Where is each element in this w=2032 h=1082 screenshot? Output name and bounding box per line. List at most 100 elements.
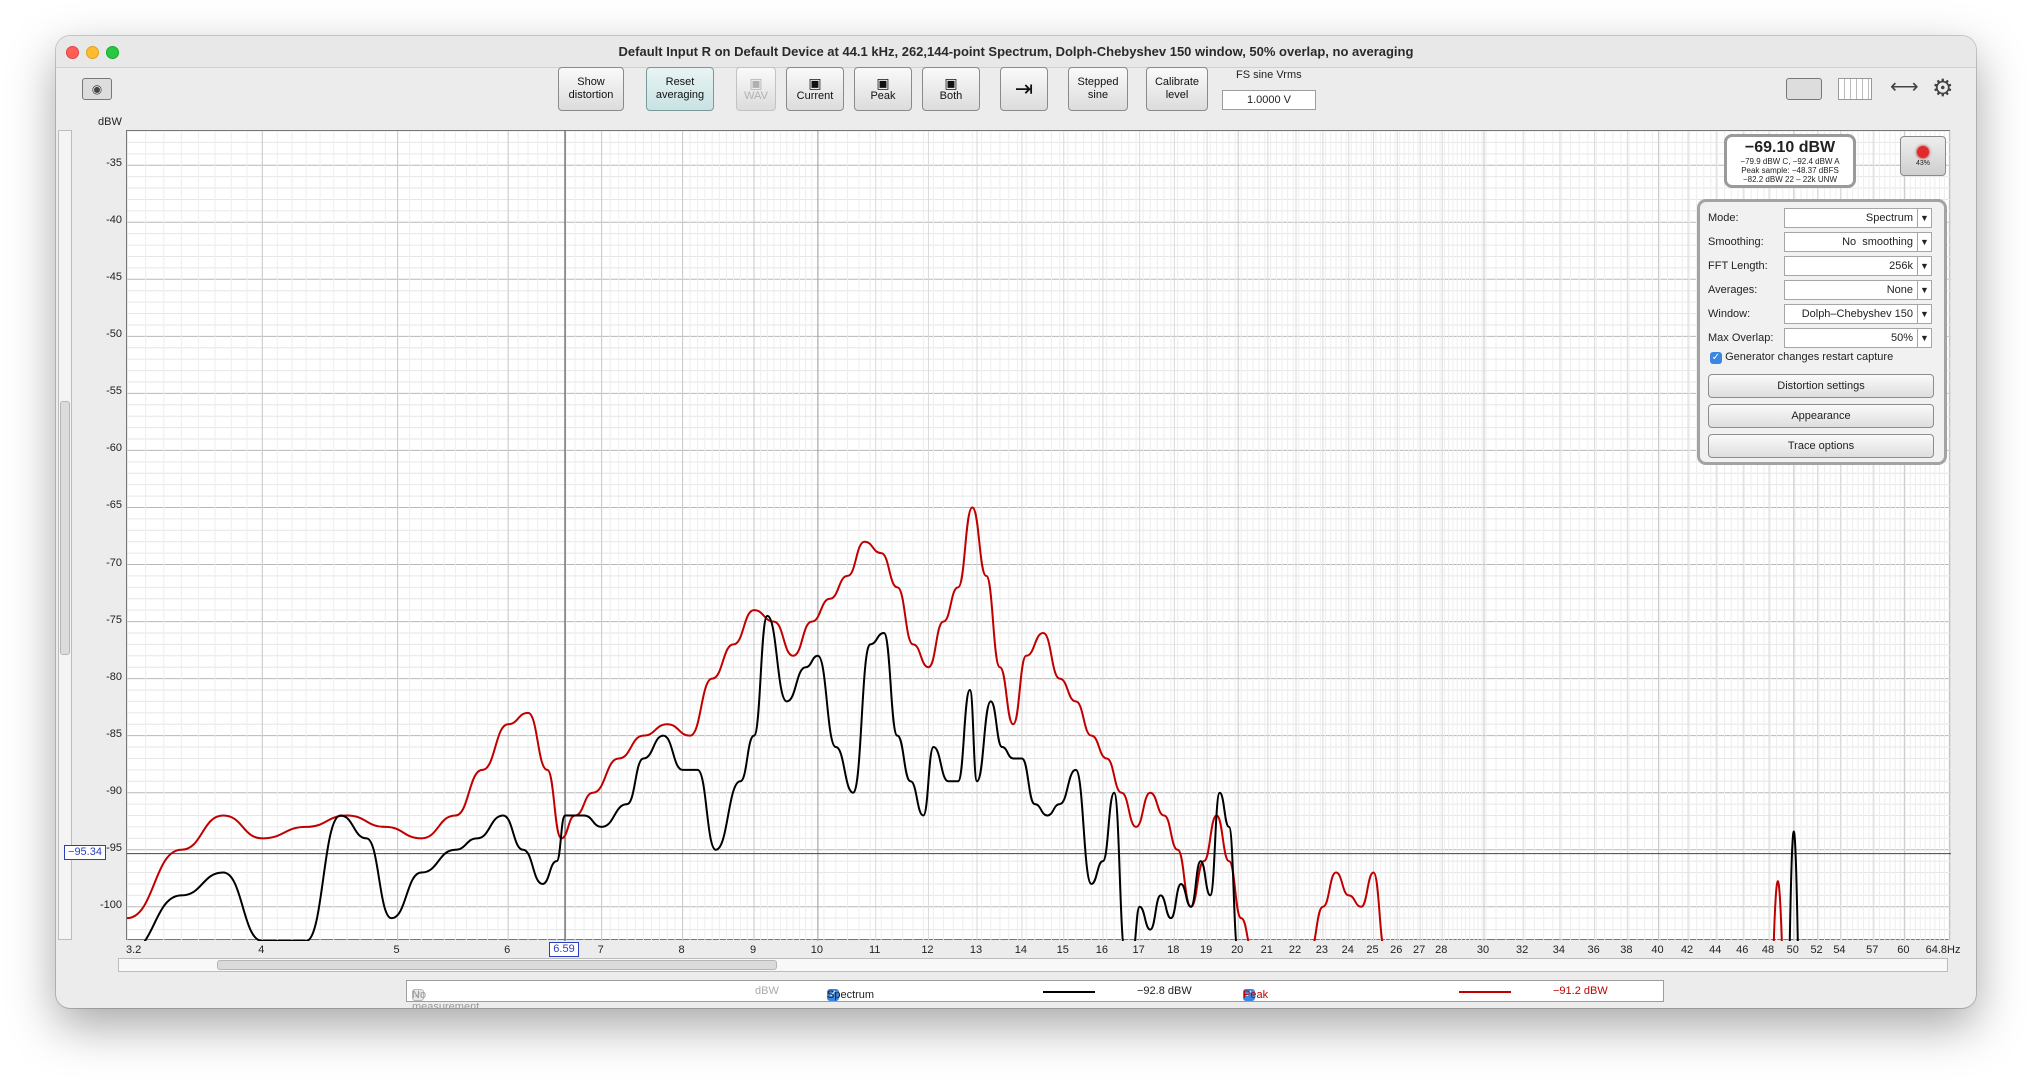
mode-row: Mode: Spectrum ▼ [1708,208,1936,228]
peak-line-swatch [1459,991,1511,993]
checkmark-icon: ✓ [1710,352,1722,364]
y-tick-label: -45 [106,271,122,284]
both-button[interactable]: ▣ Both [922,67,980,111]
x-tick-label: 15 [1056,944,1069,956]
calibrate-level-button[interactable]: Calibrate level [1146,67,1208,111]
averages-select[interactable]: None ▼ [1784,280,1932,300]
spectrum-chart [127,131,1951,941]
y-tick-label: -80 [106,670,122,683]
max-overlap-value: 50% [1890,332,1913,344]
window-row: Window: Dolph–Chebyshev 150 ▼ [1708,304,1936,324]
fs-sine-input[interactable]: 1.0000 V [1222,90,1316,110]
x-tick-label: 5 [393,944,400,956]
horizontal-scrollbar[interactable] [118,958,1948,972]
cursor-y-readout: −95.34 [64,844,106,860]
fit-axes-icon[interactable]: ⟷ [1890,74,1919,99]
save-icon: ▣ [749,74,763,91]
show-distortion-button[interactable]: Show distortion [558,67,624,111]
mode-select[interactable]: Spectrum ▼ [1784,208,1932,228]
x-tick-label: 26 [1390,944,1403,956]
x-tick-label: 16 [1095,944,1108,956]
peak-label: Peak [870,89,896,102]
vertical-scrollbar[interactable] [58,130,72,940]
x-tick-label: 57 [1866,944,1879,956]
save-icon: ▣ [808,74,822,91]
spectrum-trace-line [143,614,1238,941]
smoothing-value: No smoothing [1842,236,1913,248]
generator-restart-checkbox[interactable]: ✓ Generator changes restart capture [1710,351,1893,364]
generator-restart-label: Generator changes restart capture [1725,351,1894,363]
reset-averaging-button[interactable]: Reset averaging [646,67,714,111]
y-tick-label: -55 [106,385,122,398]
fft-length-select[interactable]: 256k ▼ [1784,256,1932,276]
x-tick-label: 40 [1651,944,1664,956]
chevron-down-icon: ▼ [1917,257,1931,275]
horizontal-scroll-thumb[interactable] [217,960,777,970]
trace-options-button[interactable]: Trace options [1708,434,1934,458]
current-label: Current [796,89,834,102]
y-tick-label: -40 [106,214,122,227]
smoothing-label: Smoothing: [1708,236,1764,248]
averages-label: Averages: [1708,284,1758,296]
show-distortion-label-1: Show [577,76,605,88]
x-tick-label: 42 [1680,944,1694,956]
x-tick-label: 32 [1516,944,1529,956]
export-button[interactable]: ⇥ [1000,67,1048,111]
x-tick-label: 52 [1810,944,1823,956]
x-tick-label: 22 [1288,944,1302,956]
no-measurement-label: No measurement [412,989,480,1008]
camera-icon[interactable]: ◉ [82,78,112,100]
y-tick-label: -75 [106,613,122,626]
x-tick-label: 44 [1709,944,1722,956]
trace-legend: ✓ No measurement dBW ✓ Spectrum −92.8 dB… [406,980,1664,1008]
record-dot-icon [1917,146,1929,158]
x-tick-label: 54 [1833,944,1846,956]
mode-value: Spectrum [1865,212,1913,224]
peak-button[interactable]: ▣ Peak [854,67,912,111]
spectrum-line-swatch [1043,991,1095,993]
window-select[interactable]: Dolph–Chebyshev 150 ▼ [1784,304,1932,324]
spectrum-value: −92.8 dBW [1137,985,1192,997]
x-tick-label: 13 [969,944,983,956]
distortion-settings-button[interactable]: Distortion settings [1708,374,1934,398]
x-tick-label: 24 [1341,944,1354,956]
fft-length-value: 256k [1889,260,1913,272]
readout-line-2: Peak sample: −48.37 dBFS [1741,166,1839,175]
vertical-scroll-thumb[interactable] [60,401,70,655]
x-tick-label: 17 [1132,944,1145,956]
y-tick-label: -50 [106,328,122,341]
fft-length-row: FFT Length: 256k ▼ [1708,256,1936,276]
x-tick-label: 21 [1260,944,1273,956]
columns-icon[interactable] [1838,78,1872,100]
max-overlap-select[interactable]: 50% ▼ [1784,328,1932,348]
readout-main: −69.10 dBW [1744,139,1836,156]
cursor-x-readout: 6.59 [549,942,580,957]
x-tick-label: 12 [921,944,934,956]
stepped-sine-button[interactable]: Stepped sine [1068,67,1128,111]
window-value: Dolph–Chebyshev 150 [1801,308,1913,320]
readout-line-1: −79.9 dBW C, −92.4 dBW A [1740,157,1840,166]
x-tick-label: 6 [504,944,511,956]
wav-button[interactable]: ▣ WAV [736,67,776,111]
x-tick-label: 3.2 [126,944,142,956]
appearance-button[interactable]: Appearance [1708,404,1934,428]
legend-unit: dBW [755,985,779,997]
chevron-down-icon: ▼ [1917,209,1931,227]
layout-icon[interactable] [1786,78,1822,100]
gear-icon[interactable]: ⚙ [1932,74,1954,103]
record-button[interactable]: 43% [1900,136,1946,176]
readout-line-3: −82.2 dBW 22 – 22k UNW [1742,175,1838,184]
peak-50hz-side-spike [1772,880,1783,941]
y-tick-label: -90 [106,784,122,797]
x-tick-label: 23 [1315,944,1329,956]
current-button[interactable]: ▣ Current [786,67,844,111]
x-tick-label: 11 [868,944,881,956]
spectrum-legend-label: Spectrum [827,989,875,1001]
x-tick-label: 36 [1587,944,1600,956]
spectrum-plot[interactable] [126,130,1951,941]
averages-value: None [1886,284,1913,296]
x-tick-label: 46 [1736,944,1749,956]
smoothing-select[interactable]: No smoothing ▼ [1784,232,1932,252]
reset-averaging-label-1: Reset [665,76,695,88]
averages-row: Averages: None ▼ [1708,280,1936,300]
